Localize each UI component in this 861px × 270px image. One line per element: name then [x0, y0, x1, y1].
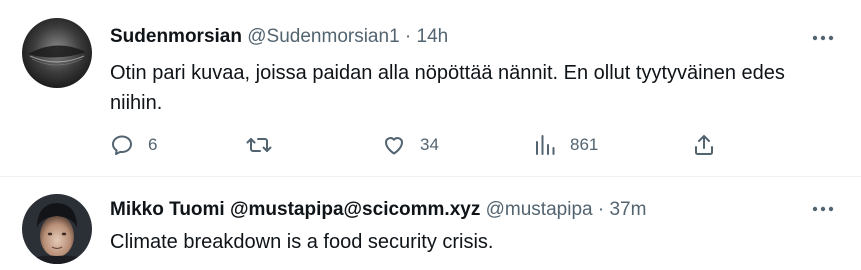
- share-icon: [695, 135, 713, 155]
- avatar[interactable]: [22, 18, 92, 88]
- display-name[interactable]: Mikko Tuomi @mustapipa@scicomm.xyz: [110, 199, 480, 220]
- more-horizontal-icon: [812, 35, 834, 41]
- separator: ·: [404, 26, 412, 47]
- retweet-button[interactable]: [246, 130, 272, 160]
- timestamp[interactable]: 14h: [417, 26, 449, 47]
- tweet-text: Climate breakdown is a food security cri…: [110, 231, 494, 253]
- tweet[interactable]: Mikko Tuomi @mustapipa@scicomm.xyz @must…: [0, 177, 861, 270]
- tweet[interactable]: Sudenmorsian @Sudenmorsian1 · 14h Otin p…: [0, 0, 861, 177]
- view-count: 861: [570, 135, 599, 154]
- avatar-image: [22, 18, 92, 88]
- tweet-header: Sudenmorsian @Sudenmorsian1 · 14h: [110, 25, 448, 49]
- avatar[interactable]: [22, 194, 92, 264]
- tweet-text: Otin pari kuvaa, joissa paidan alla nöpö…: [110, 62, 785, 114]
- like-button[interactable]: 34: [382, 130, 439, 160]
- views-icon: [536, 135, 555, 155]
- tweet-actions: 6 34 861: [110, 130, 730, 160]
- handle[interactable]: @mustapipa: [486, 199, 593, 220]
- share-button[interactable]: [692, 130, 716, 160]
- views-button[interactable]: 861: [534, 130, 598, 160]
- reply-button[interactable]: 6: [110, 130, 157, 160]
- reply-count: 6: [148, 135, 158, 154]
- display-name[interactable]: Sudenmorsian: [110, 26, 242, 47]
- separator: ·: [597, 199, 605, 220]
- handle[interactable]: @Sudenmorsian1: [247, 26, 399, 47]
- more-options-button[interactable]: [811, 197, 835, 221]
- heart-icon: [385, 137, 403, 155]
- like-count: 34: [420, 135, 439, 154]
- retweet-icon: [246, 138, 272, 152]
- timestamp[interactable]: 37m: [609, 199, 646, 220]
- more-options-button[interactable]: [811, 26, 835, 50]
- tweet-header: Mikko Tuomi @mustapipa@scicomm.xyz @must…: [110, 198, 646, 222]
- more-horizontal-icon: [812, 206, 834, 212]
- avatar-image: [22, 194, 92, 264]
- reply-icon: [112, 135, 132, 155]
